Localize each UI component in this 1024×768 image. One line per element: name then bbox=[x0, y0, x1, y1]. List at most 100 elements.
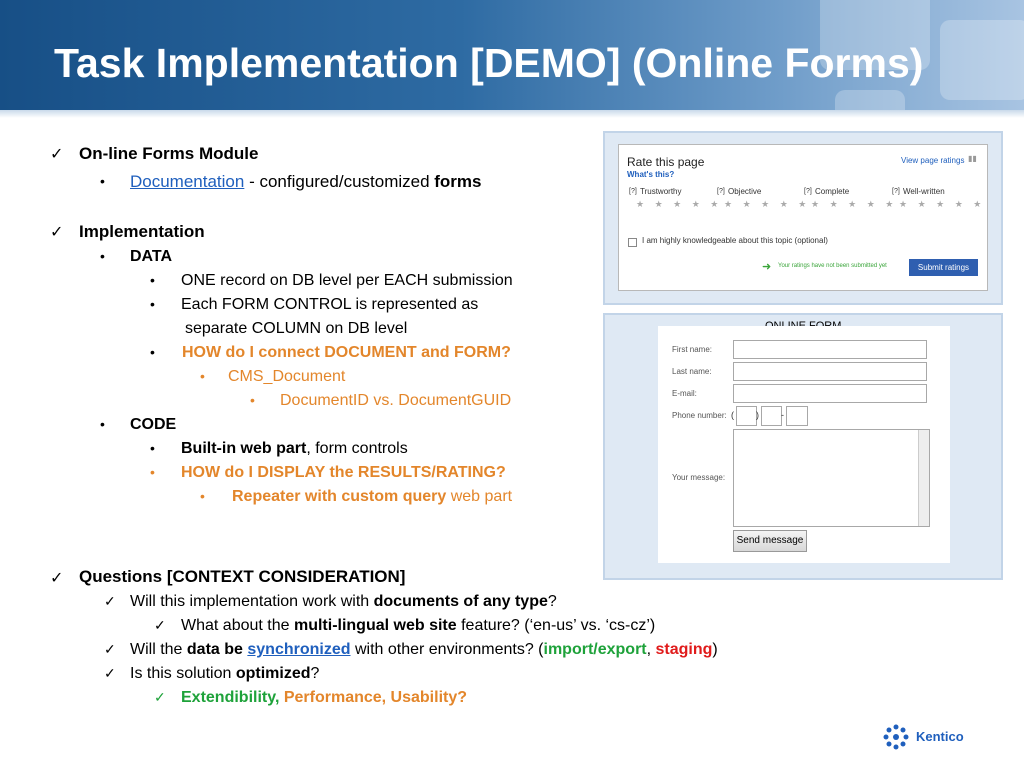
text-bold: Repeater with custom query bbox=[232, 488, 447, 505]
text: ? bbox=[310, 665, 320, 682]
help-icon: [?] bbox=[892, 188, 900, 195]
bullet-display-results: HOW do I DISPLAY the RESULTS/RATING? bbox=[181, 464, 506, 481]
text: - configured/customized bbox=[244, 172, 435, 191]
bullet-form-control-cont: separate COLUMN on DB level bbox=[185, 320, 408, 337]
bullet-dot-icon: • bbox=[150, 440, 155, 456]
bullet-documentid: DocumentID vs. DocumentGUID bbox=[280, 392, 512, 409]
text-bold: forms bbox=[434, 172, 482, 191]
question-any-type: Will this implementation work with docum… bbox=[130, 593, 557, 611]
text-red: staging bbox=[655, 641, 713, 658]
text: Is this solution bbox=[130, 665, 236, 682]
bullet-dot-icon: • bbox=[100, 173, 105, 189]
check-icon: ✓ bbox=[104, 665, 116, 681]
decor-square bbox=[940, 20, 1024, 100]
email-input[interactable] bbox=[733, 384, 927, 403]
last-name-label: Last name: bbox=[672, 367, 712, 376]
bullet-code: CODE bbox=[130, 416, 177, 433]
view-ratings-link[interactable]: View page ratings bbox=[901, 156, 964, 165]
email-label: E-mail: bbox=[672, 389, 697, 398]
whats-this-link[interactable]: What's this? bbox=[627, 170, 674, 179]
text-green: Extendibility, bbox=[181, 689, 280, 706]
star-rating-control[interactable]: ★ ★ ★ ★ ★ bbox=[811, 199, 897, 210]
criterion-well-written: Well-written bbox=[903, 187, 945, 196]
criterion-complete: Complete bbox=[815, 187, 850, 196]
text: ) bbox=[712, 641, 718, 658]
bullet-dot-icon: • bbox=[200, 488, 205, 504]
knowledgeable-checkbox[interactable] bbox=[628, 238, 637, 247]
arrow-right-icon: ➜ bbox=[762, 261, 772, 273]
bullet-questions: Questions [CONTEXT CONSIDERATION] bbox=[79, 567, 406, 586]
bullet-form-control: Each FORM CONTROL is represented as bbox=[181, 296, 479, 313]
phone-number-input[interactable] bbox=[786, 406, 808, 426]
bullet-dot-icon: • bbox=[250, 392, 255, 408]
text-orange: Performance, Usability? bbox=[279, 689, 468, 706]
synchronized-link[interactable]: synchronized bbox=[247, 641, 350, 658]
criterion-trustworthy: Trustworthy bbox=[640, 187, 682, 196]
bullet-dot-icon: • bbox=[100, 416, 105, 432]
text: , form controls bbox=[306, 440, 408, 457]
text-bold: data be bbox=[186, 641, 248, 658]
text: ? bbox=[547, 593, 557, 610]
bullet-dot-icon: • bbox=[150, 344, 155, 360]
phone-label: Phone number: bbox=[672, 411, 727, 420]
kentico-logo-icon bbox=[881, 722, 911, 752]
bullet-dot-icon: • bbox=[150, 464, 155, 480]
kentico-logo-text: Kentico bbox=[916, 729, 964, 744]
page-title: Task Implementation [DEMO] (Online Forms… bbox=[54, 40, 924, 86]
question-synchronized: Will the data be synchronized with other… bbox=[130, 641, 718, 659]
bar-chart-icon: ▮▮ bbox=[968, 154, 977, 163]
bullet-built-in: Built-in web part, form controls bbox=[181, 440, 408, 458]
knowledgeable-label: I am highly knowledgeable about this top… bbox=[642, 236, 828, 245]
last-name-input[interactable] bbox=[733, 362, 927, 381]
check-icon: ✓ bbox=[50, 570, 64, 587]
text: with other environments? ( bbox=[350, 641, 544, 658]
question-extendibility: Extendibility, Performance, Usability? bbox=[181, 689, 467, 707]
check-icon: ✓ bbox=[50, 146, 64, 163]
check-icon: ✓ bbox=[50, 224, 64, 241]
banner-fade bbox=[0, 110, 1024, 118]
bullet-dot-icon: • bbox=[150, 272, 155, 288]
bullet-implementation: Implementation bbox=[79, 222, 205, 241]
paren-close: ) bbox=[756, 410, 759, 420]
send-message-button[interactable]: Send message bbox=[733, 530, 807, 552]
help-icon: [?] bbox=[629, 188, 637, 195]
check-icon: ✓ bbox=[154, 689, 166, 705]
help-icon: [?] bbox=[717, 188, 725, 195]
message-textarea[interactable] bbox=[733, 429, 930, 527]
text: web part bbox=[446, 488, 513, 505]
bullet-cms-document: CMS_Document bbox=[228, 368, 346, 385]
text-green: import/export bbox=[543, 641, 647, 658]
text: Will the bbox=[130, 641, 187, 658]
text-bold: multi-lingual web site bbox=[293, 617, 457, 634]
bullet-documentation: Documentation - configured/customized fo… bbox=[130, 172, 482, 192]
text: Will this implementation work with bbox=[130, 593, 374, 610]
question-optimized: Is this solution optimized? bbox=[130, 665, 319, 683]
text-bold: documents of any type bbox=[373, 593, 548, 610]
text-bold: optimized bbox=[235, 665, 311, 682]
paren-open: ( bbox=[731, 410, 734, 420]
check-icon: ✓ bbox=[154, 617, 166, 633]
text: , bbox=[646, 641, 656, 658]
first-name-label: First name: bbox=[672, 345, 713, 354]
check-icon: ✓ bbox=[104, 593, 116, 609]
check-icon: ✓ bbox=[104, 641, 116, 657]
star-rating-control[interactable]: ★ ★ ★ ★ ★ bbox=[724, 199, 810, 210]
message-label: Your message: bbox=[672, 473, 726, 482]
phone-prefix-input[interactable] bbox=[761, 406, 782, 426]
rating-heading: Rate this page bbox=[627, 155, 705, 169]
rating-notice: Your ratings have not been submitted yet bbox=[778, 263, 887, 269]
star-rating-control[interactable]: ★ ★ ★ ★ ★ bbox=[899, 199, 985, 210]
bullet-dot-icon: • bbox=[150, 296, 155, 312]
text: feature? (‘en-us’ vs. ‘cs-cz’) bbox=[456, 617, 656, 634]
criterion-objective: Objective bbox=[728, 187, 762, 196]
textarea-scrollbar[interactable] bbox=[918, 430, 929, 526]
documentation-link[interactable]: Documentation bbox=[130, 172, 244, 191]
first-name-input[interactable] bbox=[733, 340, 927, 359]
bullet-forms-module: On-line Forms Module bbox=[79, 144, 259, 163]
submit-ratings-button[interactable]: Submit ratings bbox=[909, 259, 978, 276]
phone-area-input[interactable] bbox=[736, 406, 757, 426]
text-bold: Built-in web part bbox=[181, 440, 307, 457]
bullet-one-record: ONE record on DB level per EACH submissi… bbox=[181, 272, 513, 289]
bullet-data: DATA bbox=[130, 248, 173, 265]
star-rating-control[interactable]: ★ ★ ★ ★ ★ bbox=[636, 199, 722, 210]
